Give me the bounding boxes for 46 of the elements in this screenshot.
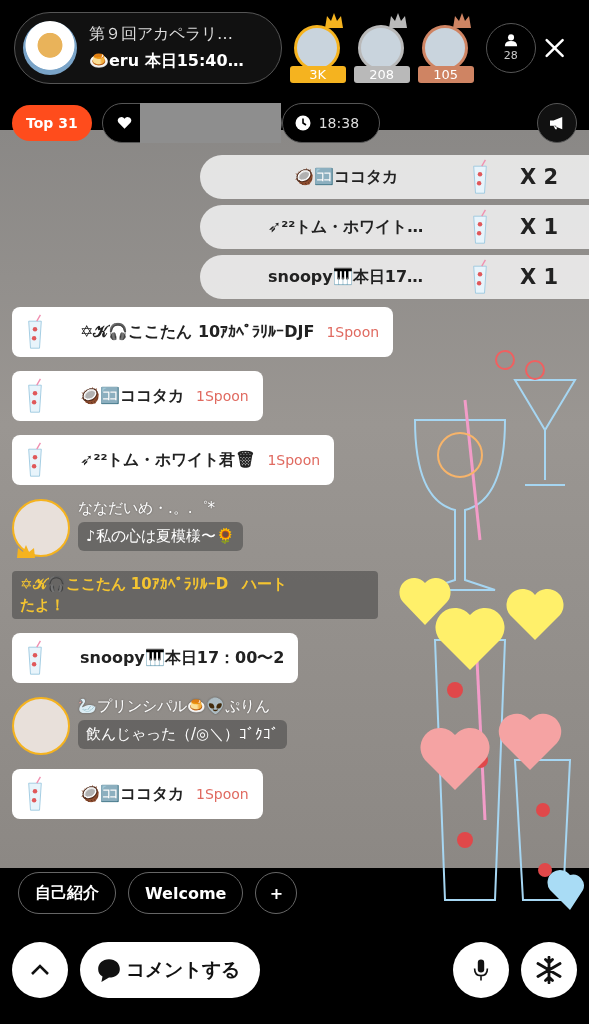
gift-combo-bar: ➶²²トム・ホワイト… X 1 (200, 205, 589, 249)
quick-reply-chip[interactable]: 自己紹介 (18, 872, 116, 914)
microphone-icon (473, 958, 489, 982)
system-text: たよ！ (20, 596, 66, 615)
live-info-card[interactable]: 第９回アカペラリ… 🍮eru 本日15:40… (14, 11, 282, 84)
gift-message: snoopy🎹本日17：00〜2 (12, 633, 299, 683)
snowflake-icon (535, 956, 563, 984)
heart-icon (116, 116, 132, 130)
quick-reply-chip[interactable]: Welcome (128, 872, 244, 914)
comment-text: 飲んじゃった（/◎＼）ｺﾞｸｺﾞ (78, 720, 288, 749)
drink-icon (471, 158, 489, 196)
drink-icon (471, 258, 489, 296)
system-text: ✡𝒦🎧ここたん 10ｱｶﾍﾟﾗﾘﾙｰD (20, 575, 229, 594)
system-text: ハート (242, 575, 288, 594)
quick-reply-chip[interactable]: + (255, 872, 298, 914)
gift-combo-bar: 🥥🈁ココタカ X 2 (200, 155, 589, 199)
gift-message: ➶²²トム・ホワイト君🗑 1Spoon (12, 435, 335, 485)
expand-button[interactable] (12, 942, 68, 998)
gift-combo-bar: snoopy🎹本日17… X 1 (200, 255, 589, 299)
host-avatar (23, 20, 77, 75)
user-name: ななだいめ・.。.゜* (78, 499, 216, 518)
comment-text: ♪私の心は夏模様〜🌻 (78, 522, 243, 551)
clock-icon (294, 115, 311, 131)
drink-icon (26, 313, 44, 351)
drink-icon (26, 377, 44, 415)
drink-icon (26, 775, 44, 813)
drink-icon (26, 639, 44, 677)
timer-pill: 18:38 (281, 103, 381, 143)
gift-message: 🥥🈁ココタカ 1Spoon (12, 371, 263, 421)
announcement-button[interactable] (537, 103, 577, 143)
drink-icon (26, 441, 44, 479)
microphone-button[interactable] (453, 942, 509, 998)
comment-button[interactable]: コメントする (80, 942, 260, 998)
like-pill[interactable] (101, 103, 282, 143)
person-icon (503, 33, 518, 47)
chevron-up-icon (30, 964, 50, 976)
user-name: 🦢プリンシパル🍮👽ぷりん (78, 697, 270, 716)
gift-message: 🥥🈁ココタカ 1Spoon (12, 769, 263, 819)
speech-bubble-icon (96, 957, 122, 983)
freeze-button[interactable] (521, 942, 577, 998)
host-name: 🍮eru 本日15:40… (89, 50, 244, 72)
close-icon[interactable] (543, 36, 565, 59)
live-title: 第９回アカペラリ… (89, 23, 234, 45)
crown-icon (16, 545, 36, 559)
gift-message: ✡𝒦🎧ここたん 10ｱｶﾍﾟﾗﾘﾙｰDJF 1Spoon (12, 307, 394, 357)
drink-icon (471, 208, 489, 246)
